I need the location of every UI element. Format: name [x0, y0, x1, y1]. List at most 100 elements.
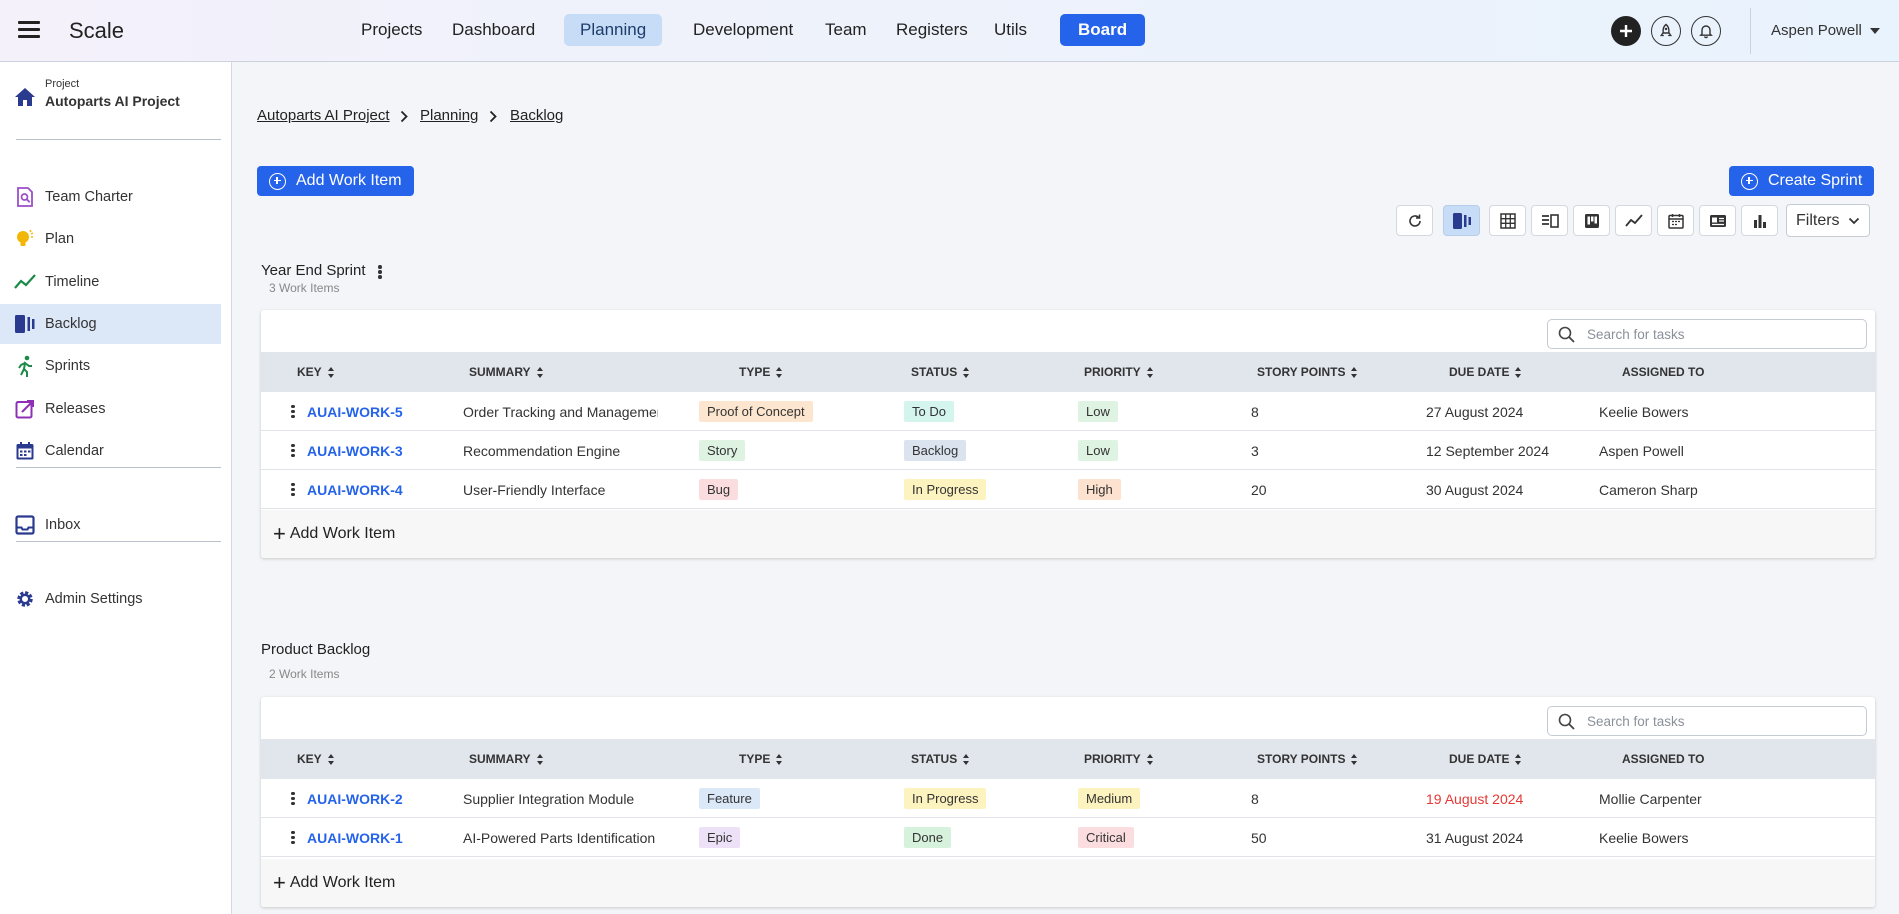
sidebar-item-timeline[interactable]: Timeline [0, 262, 221, 302]
breadcrumb-backlog[interactable]: Backlog [510, 107, 563, 124]
menu-icon[interactable] [18, 21, 40, 39]
filters-dropdown[interactable]: Filters [1786, 204, 1870, 237]
col-summary[interactable]: SUMMARY [469, 365, 544, 379]
search-input[interactable]: Search for tasks [1547, 706, 1867, 736]
sidebar-item-label: Releases [45, 401, 106, 417]
row-actions[interactable] [291, 818, 295, 857]
col-priority[interactable]: PRIORITY [1084, 365, 1154, 379]
app-brand[interactable]: Scale [69, 18, 124, 44]
more-vert-icon[interactable] [291, 791, 295, 806]
status-cell: Backlog [904, 431, 967, 470]
sidebar-divider [16, 467, 221, 468]
breadcrumb-project[interactable]: Autoparts AI Project [257, 107, 390, 124]
col-due-date[interactable]: DUE DATE [1449, 365, 1522, 379]
search-input[interactable]: Search for tasks [1547, 319, 1867, 349]
col-key[interactable]: KEY [297, 752, 335, 766]
calendar-icon [1667, 213, 1684, 229]
col-due-date[interactable]: DUE DATE [1449, 752, 1522, 766]
work-item-key[interactable]: AUAI-WORK-4 [307, 470, 403, 509]
col-status[interactable]: STATUS [911, 365, 970, 379]
type-tag: Bug [699, 479, 739, 500]
row-actions[interactable] [291, 392, 295, 431]
nav-development[interactable]: Development [693, 20, 793, 40]
work-item-key[interactable]: AUAI-WORK-2 [307, 779, 403, 818]
list-view-button[interactable] [1531, 205, 1568, 236]
sidebar-divider [16, 541, 221, 542]
table-row[interactable]: AUAI-WORK-3 Recommendation Engine Story Bac… [261, 431, 1875, 470]
nav-projects[interactable]: Projects [361, 20, 422, 40]
section-count: 2 Work Items [269, 667, 340, 681]
priority-cell: Medium [1078, 779, 1141, 818]
user-menu[interactable]: Aspen Powell [1771, 22, 1880, 39]
table-row[interactable]: AUAI-WORK-1 AI-Powered Parts Identificati… [261, 818, 1875, 857]
sidebar-item-plan[interactable]: Plan [0, 219, 221, 259]
sidebar-item-admin-settings[interactable]: Admin Settings [0, 579, 221, 619]
sidebar-item-releases[interactable]: Releases [0, 389, 221, 429]
row-actions[interactable] [291, 779, 295, 818]
sidebar-item-label: Admin Settings [45, 591, 143, 607]
sidebar-item-team-charter[interactable]: Team Charter [0, 177, 221, 217]
section-title: Year End Sprint [261, 262, 366, 279]
col-story-points[interactable]: STORY POINTS [1257, 752, 1358, 766]
work-item-key[interactable]: AUAI-WORK-1 [307, 818, 403, 857]
breadcrumb-planning[interactable]: Planning [420, 107, 478, 124]
due-date: 19 August 2024 [1426, 790, 1524, 807]
more-vert-icon[interactable] [378, 265, 382, 279]
sidebar-item-sprints[interactable]: Sprints [0, 346, 221, 386]
row-actions[interactable] [291, 431, 295, 470]
sidebar-item-inbox[interactable]: Inbox [0, 505, 221, 545]
bar-chart-view-button[interactable] [1741, 205, 1778, 236]
add-work-item-row[interactable]: + Add Work Item [261, 510, 1875, 558]
card-view-button[interactable] [1699, 205, 1736, 236]
trend-view-button[interactable] [1615, 205, 1652, 236]
col-priority[interactable]: PRIORITY [1084, 752, 1154, 766]
add-work-item-row[interactable]: + Add Work Item [261, 859, 1875, 907]
col-type[interactable]: TYPE [739, 365, 783, 379]
col-status[interactable]: STATUS [911, 752, 970, 766]
chevron-down-icon [1848, 217, 1859, 224]
backlog-view-button[interactable] [1443, 205, 1480, 236]
work-item-key[interactable]: AUAI-WORK-5 [307, 392, 403, 431]
nav-dashboard[interactable]: Dashboard [452, 20, 535, 40]
refresh-button[interactable] [1396, 205, 1433, 236]
table-row[interactable]: AUAI-WORK-2 Supplier Integration Module Fe… [261, 779, 1875, 818]
col-summary[interactable]: SUMMARY [469, 752, 544, 766]
backlog-view-icon [1452, 212, 1471, 229]
lightbulb-icon [14, 228, 36, 250]
search-placeholder: Search for tasks [1587, 713, 1685, 729]
bell-icon[interactable] [1691, 16, 1721, 46]
calendar-view-button[interactable] [1657, 205, 1694, 236]
type-cell: Story [699, 431, 746, 470]
more-vert-icon[interactable] [291, 443, 295, 458]
nav-registers[interactable]: Registers [896, 20, 968, 40]
type-cell: Feature [699, 779, 760, 818]
col-key[interactable]: KEY [297, 365, 335, 379]
more-vert-icon[interactable] [291, 404, 295, 419]
more-vert-icon[interactable] [291, 830, 295, 845]
sort-icon [536, 753, 544, 765]
sort-icon [327, 366, 335, 378]
sidebar-item-backlog[interactable]: Backlog [0, 304, 221, 344]
rocket-icon[interactable] [1651, 16, 1681, 46]
add-work-item-button[interactable]: Add Work Item [257, 166, 414, 196]
sidebar-divider [16, 139, 221, 140]
assigned-to: Keelie Bowers [1599, 403, 1689, 420]
more-vert-icon[interactable] [291, 482, 295, 497]
add-work-item-label: Add Work Item [289, 874, 396, 891]
work-item-key[interactable]: AUAI-WORK-3 [307, 431, 403, 470]
kanban-view-button[interactable] [1573, 205, 1610, 236]
table-row[interactable]: AUAI-WORK-4 User-Friendly Interface Bug In … [261, 470, 1875, 509]
status-badge: Backlog [904, 440, 967, 461]
table-row[interactable]: AUAI-WORK-5 Order Tracking and Management… [261, 392, 1875, 431]
add-icon[interactable] [1611, 16, 1641, 46]
col-story-points[interactable]: STORY POINTS [1257, 365, 1358, 379]
nav-board[interactable]: Board [1060, 14, 1146, 46]
nav-team[interactable]: Team [825, 20, 867, 40]
nav-planning[interactable]: Planning [564, 14, 663, 46]
grid-view-button[interactable] [1489, 205, 1526, 236]
col-type[interactable]: TYPE [739, 752, 783, 766]
sidebar-item-calendar[interactable]: Calendar [0, 431, 221, 471]
create-sprint-button[interactable]: Create Sprint [1729, 166, 1875, 196]
row-actions[interactable] [291, 470, 295, 509]
nav-utils[interactable]: Utils [994, 20, 1027, 40]
